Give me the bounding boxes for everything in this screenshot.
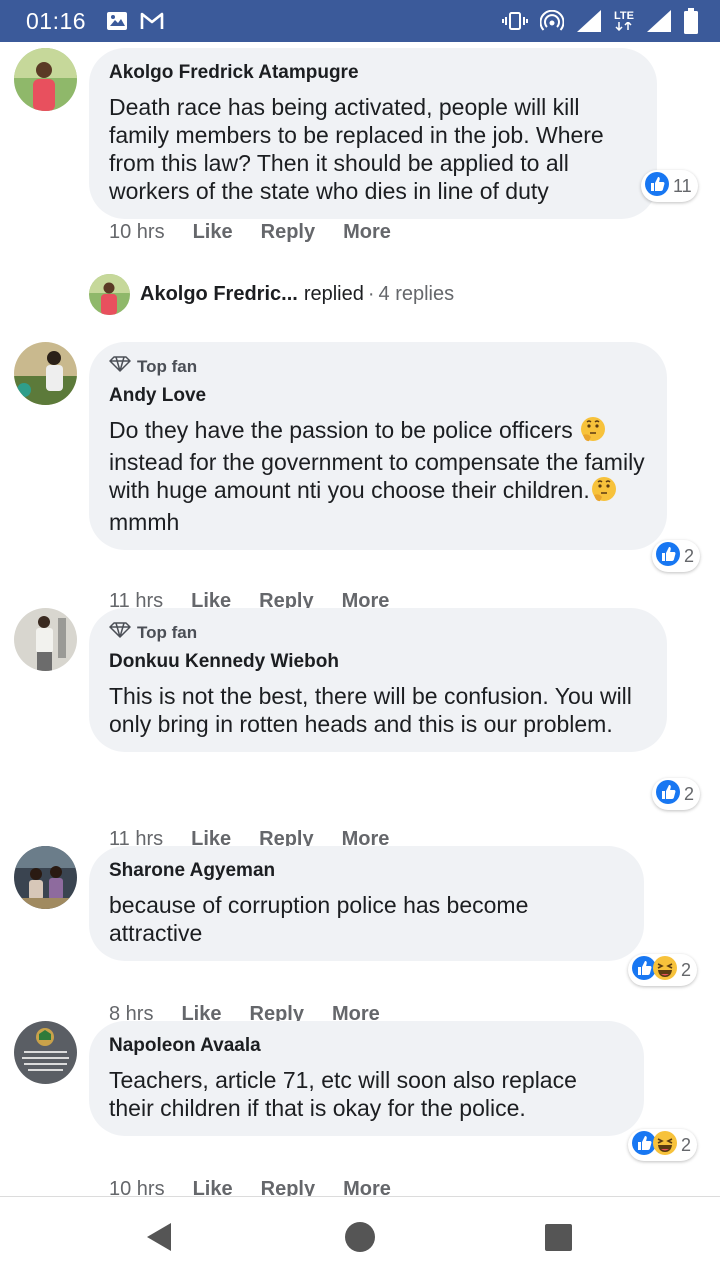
reply-button[interactable]: Reply	[261, 1178, 315, 1196]
reaction-count[interactable]: 2	[628, 954, 698, 986]
comment-bubble[interactable]: Napoleon Avaala Teachers, article 71, et…	[89, 1021, 644, 1136]
back-button[interactable]	[145, 1221, 173, 1258]
lte-icon: LTE	[614, 11, 634, 31]
comment-text: because of corruption police has become …	[109, 892, 529, 946]
recents-button[interactable]	[545, 1224, 572, 1256]
comment-author[interactable]: Napoleon Avaala	[109, 1035, 624, 1057]
gmail-icon	[140, 11, 164, 31]
more-button[interactable]: More	[343, 1178, 391, 1196]
status-bar: 01:16 LTE	[0, 0, 720, 42]
reply-author: Akolgo Fredric...	[140, 283, 298, 305]
comment-actions: 10 hrs Like Reply More	[109, 221, 391, 244]
avatar[interactable]	[14, 48, 77, 111]
comments-feed[interactable]: Akolgo Fredrick Atampugre Death race has…	[0, 42, 720, 1196]
comment-actions: 10 hrs Like Reply More	[109, 1178, 391, 1196]
diamond-icon	[109, 356, 131, 377]
vibrate-icon	[502, 11, 528, 31]
comment-timestamp[interactable]: 10 hrs	[109, 1178, 165, 1196]
hotspot-icon	[540, 10, 564, 32]
like-reaction-icon	[644, 171, 670, 202]
comment-bubble[interactable]: Sharone Agyeman because of corruption po…	[89, 846, 644, 961]
home-button[interactable]	[344, 1221, 376, 1258]
like-reaction-icon	[655, 541, 681, 572]
comment-author[interactable]: Donkuu Kennedy Wieboh	[109, 651, 647, 673]
comment-timestamp[interactable]: 10 hrs	[109, 221, 165, 244]
comment-text: Do they have the passion to be police of…	[109, 416, 645, 535]
top-fan-badge: Top fan	[109, 356, 647, 377]
comment-text: Death race has being activated, people w…	[109, 94, 604, 204]
reply-separator: ·	[367, 283, 375, 305]
view-replies-link[interactable]: Akolgo Fredric... replied · 4 replies	[89, 274, 454, 315]
more-button[interactable]: More	[343, 221, 391, 244]
reaction-count[interactable]: 2	[628, 1129, 698, 1161]
reply-button[interactable]: Reply	[261, 221, 315, 244]
reaction-count[interactable]: 2	[652, 540, 701, 572]
comment-bubble[interactable]: Top fan Donkuu Kennedy Wieboh This is no…	[89, 608, 667, 752]
thinking-emoji-icon	[590, 476, 618, 508]
reaction-count[interactable]: 11	[641, 170, 698, 202]
reply-verb: replied	[303, 283, 364, 305]
comment-bubble[interactable]: Top fan Andy Love Do they have the passi…	[89, 342, 667, 550]
reply-count: 4 replies	[378, 283, 455, 305]
battery-icon	[684, 8, 698, 34]
haha-reaction-icon	[652, 1130, 678, 1161]
reaction-count[interactable]: 2	[652, 778, 701, 810]
clock: 01:16	[26, 7, 87, 34]
diamond-icon	[109, 622, 131, 643]
signal-icon	[576, 9, 602, 33]
comment-text: This is not the best, there will be conf…	[109, 683, 632, 737]
avatar[interactable]	[14, 608, 77, 671]
avatar	[89, 274, 130, 315]
avatar[interactable]	[14, 342, 77, 405]
avatar[interactable]	[14, 846, 77, 909]
comment-author[interactable]: Andy Love	[109, 385, 647, 407]
thinking-emoji-icon	[579, 416, 607, 448]
comment-text: Teachers, article 71, etc will soon also…	[109, 1067, 577, 1121]
like-button[interactable]: Like	[193, 221, 233, 244]
system-nav-bar	[0, 1197, 720, 1280]
comment-author[interactable]: Sharone Agyeman	[109, 860, 624, 882]
signal-icon	[646, 9, 672, 33]
haha-reaction-icon	[652, 955, 678, 986]
top-fan-badge: Top fan	[109, 622, 647, 643]
like-reaction-icon	[655, 779, 681, 810]
comment-author[interactable]: Akolgo Fredrick Atampugre	[109, 62, 637, 84]
image-icon	[106, 11, 128, 31]
comment-bubble[interactable]: Akolgo Fredrick Atampugre Death race has…	[89, 48, 657, 219]
avatar[interactable]	[14, 1021, 77, 1084]
like-button[interactable]: Like	[193, 1178, 233, 1196]
